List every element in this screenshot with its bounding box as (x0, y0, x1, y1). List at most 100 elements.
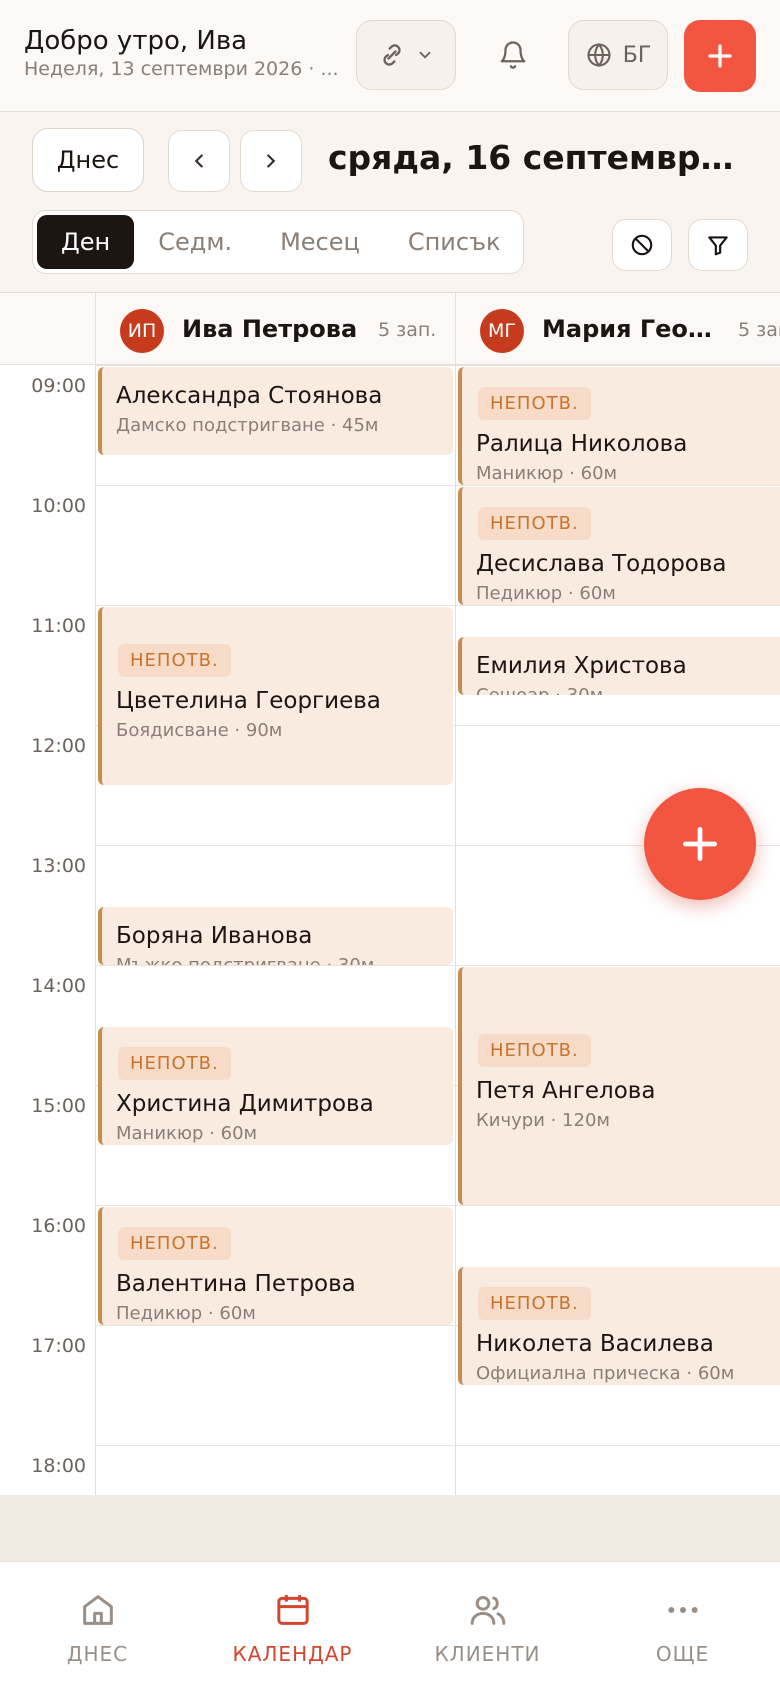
unconfirmed-badge: НЕПОТВ. (478, 387, 591, 420)
nav-label: КАЛЕНДАР (232, 1642, 353, 1666)
nav-clients[interactable]: КЛИЕНТИ (390, 1562, 585, 1689)
unconfirmed-badge: НЕПОТВ. (118, 1047, 231, 1080)
appointment-count: 5 зап. (738, 319, 780, 341)
unconfirmed-badge: НЕПОТВ. (478, 507, 591, 540)
avatar: МГ (480, 309, 524, 353)
appointment-client: Александра Стоянова (116, 383, 383, 409)
next-day-button[interactable] (240, 130, 302, 192)
appointment-client: Христина Димитрова (116, 1091, 374, 1117)
globe-icon (585, 41, 613, 69)
appointment-card[interactable]: НЕПОТВ. Десислава Тодорова Педикюр · 60м (458, 487, 780, 605)
appointment-client: Петя Ангелова (476, 1078, 656, 1104)
appointment-service: Мъжко подстригване · 30м (116, 955, 374, 965)
block-icon (629, 232, 655, 258)
users-icon (468, 1590, 508, 1630)
appointment-service: Сешоар · 30м (476, 685, 603, 695)
staff-name: Мария Георгиева (542, 315, 728, 343)
appointment-service: Педикюр · 60м (476, 583, 616, 604)
appointment-client: Десислава Тодорова (476, 551, 727, 577)
appointment-card[interactable]: Александра Стоянова Дамско подстригване ·… (98, 367, 453, 455)
hour-line (95, 605, 780, 606)
day-calendar-grid: ИП Ива Петрова 5 зап. МГ Мария Георгиева… (0, 293, 780, 1495)
appointment-service: Педикюр · 60м (116, 1303, 256, 1324)
tab-list[interactable]: Списък (384, 215, 525, 269)
nav-today[interactable]: ДНЕС (0, 1562, 195, 1689)
appointment-service: Дамско подстригване · 45м (116, 415, 379, 436)
appointment-service: Официална прическа · 60м (476, 1363, 735, 1384)
filter-icon (705, 232, 731, 258)
calendar-icon (273, 1590, 313, 1630)
appointment-card[interactable]: НЕПОТВ. Николета Василева Официална причес… (458, 1267, 780, 1385)
staff-name: Ива Петрова (182, 315, 358, 343)
staff-column-header: МГ Мария Георгиева 5 зап. (455, 293, 780, 365)
hour-line (95, 1205, 780, 1206)
notifications-button[interactable] (478, 20, 548, 90)
link-icon (378, 41, 406, 69)
appointment-client: Ралица Николова (476, 431, 688, 457)
nav-calendar[interactable]: КАЛЕНДАР (195, 1562, 390, 1689)
appointment-client: Валентина Петрова (116, 1271, 356, 1297)
plus-icon (705, 41, 735, 71)
plus-icon (678, 822, 722, 866)
home-icon (78, 1590, 118, 1630)
floating-add-button[interactable] (644, 788, 756, 900)
appointment-card[interactable]: Боряна Иванова Мъжко подстригване · 30м (98, 907, 453, 965)
hour-label: 17:00 (31, 1335, 86, 1357)
appointment-service: Кичури · 120м (476, 1110, 610, 1131)
greeting: Добро утро, Ива (24, 26, 248, 56)
chevron-right-icon (260, 150, 282, 172)
hour-label: 09:00 (31, 375, 86, 397)
today-button[interactable]: Днес (32, 128, 144, 192)
filter-button[interactable] (688, 219, 748, 271)
hour-label: 14:00 (31, 975, 86, 997)
tab-month[interactable]: Месец (256, 215, 384, 269)
hour-label: 11:00 (31, 615, 86, 637)
hour-label: 12:00 (31, 735, 86, 757)
language-button[interactable]: БГ (568, 20, 668, 90)
tab-day[interactable]: Ден (37, 215, 135, 269)
hour-label: 15:00 (31, 1095, 86, 1117)
appointment-count: 5 зап. (378, 319, 437, 341)
appointment-card[interactable]: НЕПОТВ. Петя Ангелова Кичури · 120м (458, 967, 780, 1205)
nav-label: КЛИЕНТИ (434, 1642, 541, 1666)
selected-date-title: сряда, 16 септември 2026 (328, 138, 748, 177)
calendar-toolbar: Днес сряда, 16 септември 2026 Ден Седм. … (0, 112, 780, 293)
hour-label: 16:00 (31, 1215, 86, 1237)
time-gutter-header (0, 293, 95, 365)
chevron-down-icon (416, 46, 434, 64)
appointment-client: Боряна Иванова (116, 923, 313, 949)
bottom-navigation: ДНЕС КАЛЕНДАР КЛИЕНТИ ОЩЕ (0, 1561, 780, 1689)
hour-line (95, 1445, 780, 1446)
appointment-card[interactable]: НЕПОТВ. Ралица Николова Маникюр · 60м (458, 367, 780, 485)
appointment-card[interactable]: НЕПОТВ. Цветелина Георгиева Боядисване · 9… (98, 607, 453, 785)
appointment-card[interactable]: Емилия Христова Сешоар · 30м (458, 637, 780, 695)
appointment-client: Емилия Христова (476, 653, 687, 679)
staff-column-header: ИП Ива Петрова 5 зап. (95, 293, 455, 365)
hour-line (95, 365, 780, 366)
bell-icon (498, 40, 528, 70)
current-date-line: Неделя, 13 септември 2026 · ... (24, 58, 339, 80)
add-appointment-button[interactable] (684, 20, 756, 92)
appointment-card[interactable]: НЕПОТВ. Христина Димитрова Маникюр · 60м (98, 1027, 453, 1145)
blocked-time-button[interactable] (612, 219, 672, 271)
unconfirmed-badge: НЕПОТВ. (118, 1227, 231, 1260)
view-switcher: Ден Седм. Месец Списък (32, 210, 524, 274)
appointment-service: Маникюр · 60м (116, 1123, 258, 1144)
more-icon (663, 1590, 703, 1630)
avatar: ИП (120, 309, 164, 353)
appointment-client: Цветелина Георгиева (116, 688, 381, 714)
appointment-service: Боядисване · 90м (116, 720, 283, 741)
appointment-service: Маникюр · 60м (476, 463, 618, 484)
unconfirmed-badge: НЕПОТВ. (478, 1034, 591, 1067)
hour-line (95, 485, 780, 486)
nav-more[interactable]: ОЩЕ (585, 1562, 780, 1689)
tab-week[interactable]: Седм. (134, 215, 256, 269)
unconfirmed-badge: НЕПОТВ. (118, 644, 231, 677)
hour-label: 13:00 (31, 855, 86, 877)
hour-label: 10:00 (31, 495, 86, 517)
appointment-client: Николета Василева (476, 1331, 714, 1357)
previous-day-button[interactable] (168, 130, 230, 192)
appointment-card[interactable]: НЕПОТВ. Валентина Петрова Педикюр · 60м (98, 1207, 453, 1325)
nav-label: ДНЕС (66, 1642, 129, 1666)
booking-link-button[interactable] (356, 20, 456, 90)
